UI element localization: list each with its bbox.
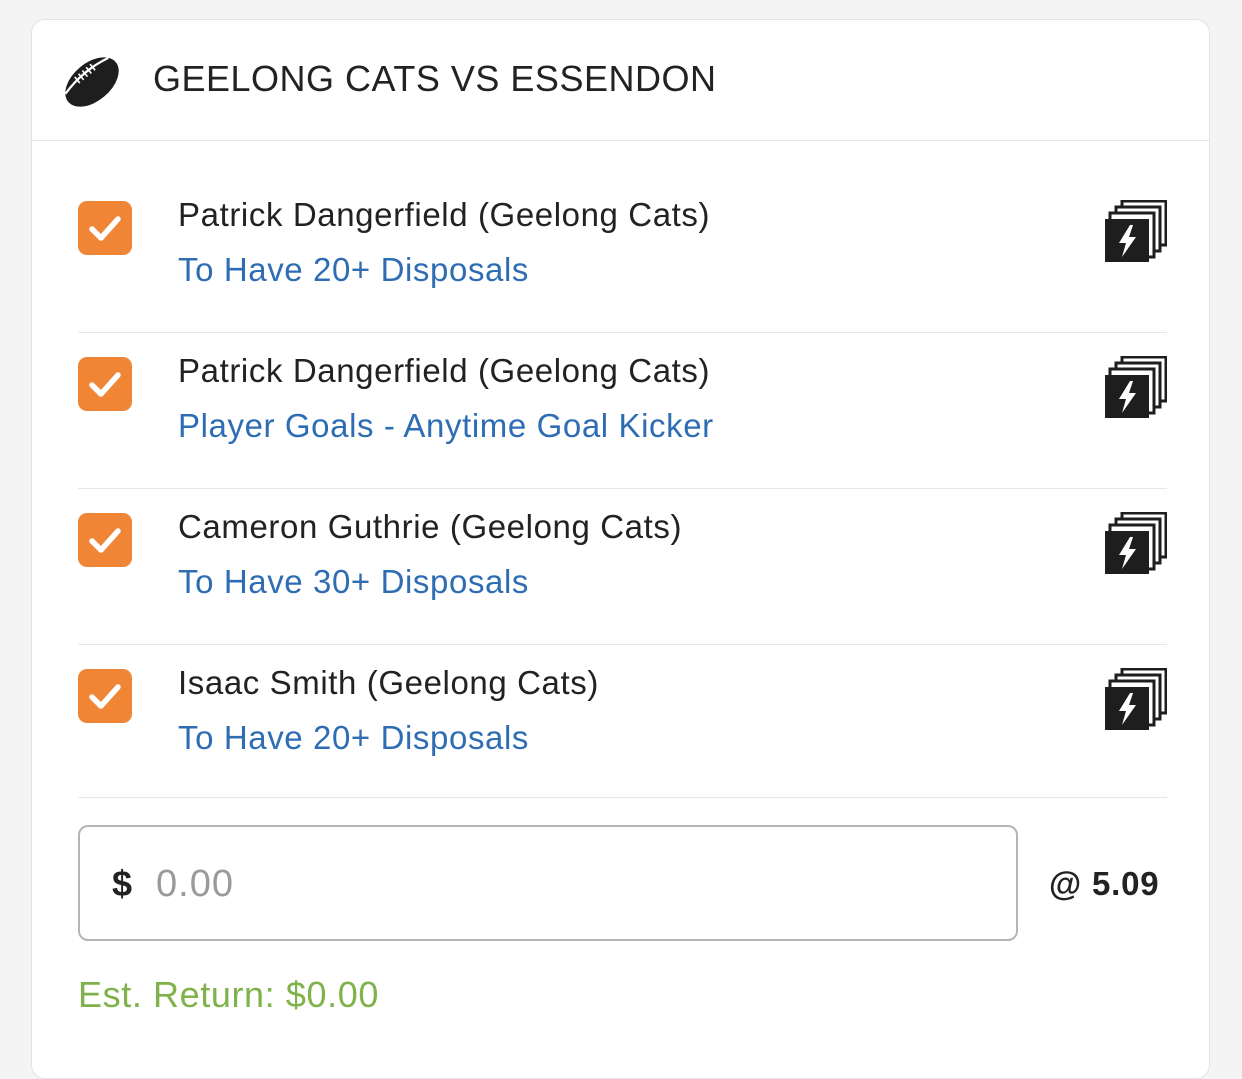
bet-leg: Patrick Dangerfield (Geelong Cats) Playe… <box>78 332 1167 489</box>
bet-leg: Isaac Smith (Geelong Cats) To Have 20+ D… <box>78 644 1167 798</box>
quick-multi-icon[interactable] <box>1105 200 1167 262</box>
leg-market[interactable]: Player Goals - Anytime Goal Kicker <box>178 407 714 445</box>
match-header: GEELONG CATS VS ESSENDON <box>32 20 1209 141</box>
leg-checkbox[interactable] <box>78 669 132 723</box>
leg-checkbox[interactable] <box>78 357 132 411</box>
leg-player: Patrick Dangerfield (Geelong Cats) <box>178 196 711 233</box>
quick-multi-icon[interactable] <box>1105 668 1167 730</box>
leg-player: Cameron Guthrie (Geelong Cats) <box>178 508 683 545</box>
leg-market[interactable]: To Have 30+ Disposals <box>178 563 529 601</box>
leg-checkbox[interactable] <box>78 513 132 567</box>
quick-multi-icon[interactable] <box>1105 356 1167 418</box>
leg-checkbox[interactable] <box>78 201 132 255</box>
stake-field[interactable]: $ <box>78 825 1018 941</box>
bet-leg: Patrick Dangerfield (Geelong Cats) To Ha… <box>78 176 1167 333</box>
checkmark-icon <box>89 684 121 709</box>
currency-symbol: $ <box>112 863 133 904</box>
multi-bet-card: GEELONG CATS VS ESSENDON Patrick Dangerf… <box>31 19 1210 1079</box>
leg-player: Isaac Smith (Geelong Cats) <box>178 664 599 701</box>
leg-market[interactable]: To Have 20+ Disposals <box>178 251 529 289</box>
match-title: GEELONG CATS VS ESSENDON <box>153 58 717 99</box>
bet-leg: Cameron Guthrie (Geelong Cats) To Have 3… <box>78 488 1167 645</box>
quick-multi-icon[interactable] <box>1105 512 1167 574</box>
estimated-return: Est. Return: $0.00 <box>78 974 379 1015</box>
checkmark-icon <box>89 528 121 553</box>
leg-player: Patrick Dangerfield (Geelong Cats) <box>178 352 711 389</box>
football-icon <box>64 56 119 107</box>
checkmark-icon <box>89 216 121 241</box>
checkmark-icon <box>89 372 121 397</box>
combined-odds: @ 5.09 <box>1049 865 1160 902</box>
leg-market[interactable]: To Have 20+ Disposals <box>178 719 529 757</box>
stake-input[interactable] <box>154 851 978 917</box>
